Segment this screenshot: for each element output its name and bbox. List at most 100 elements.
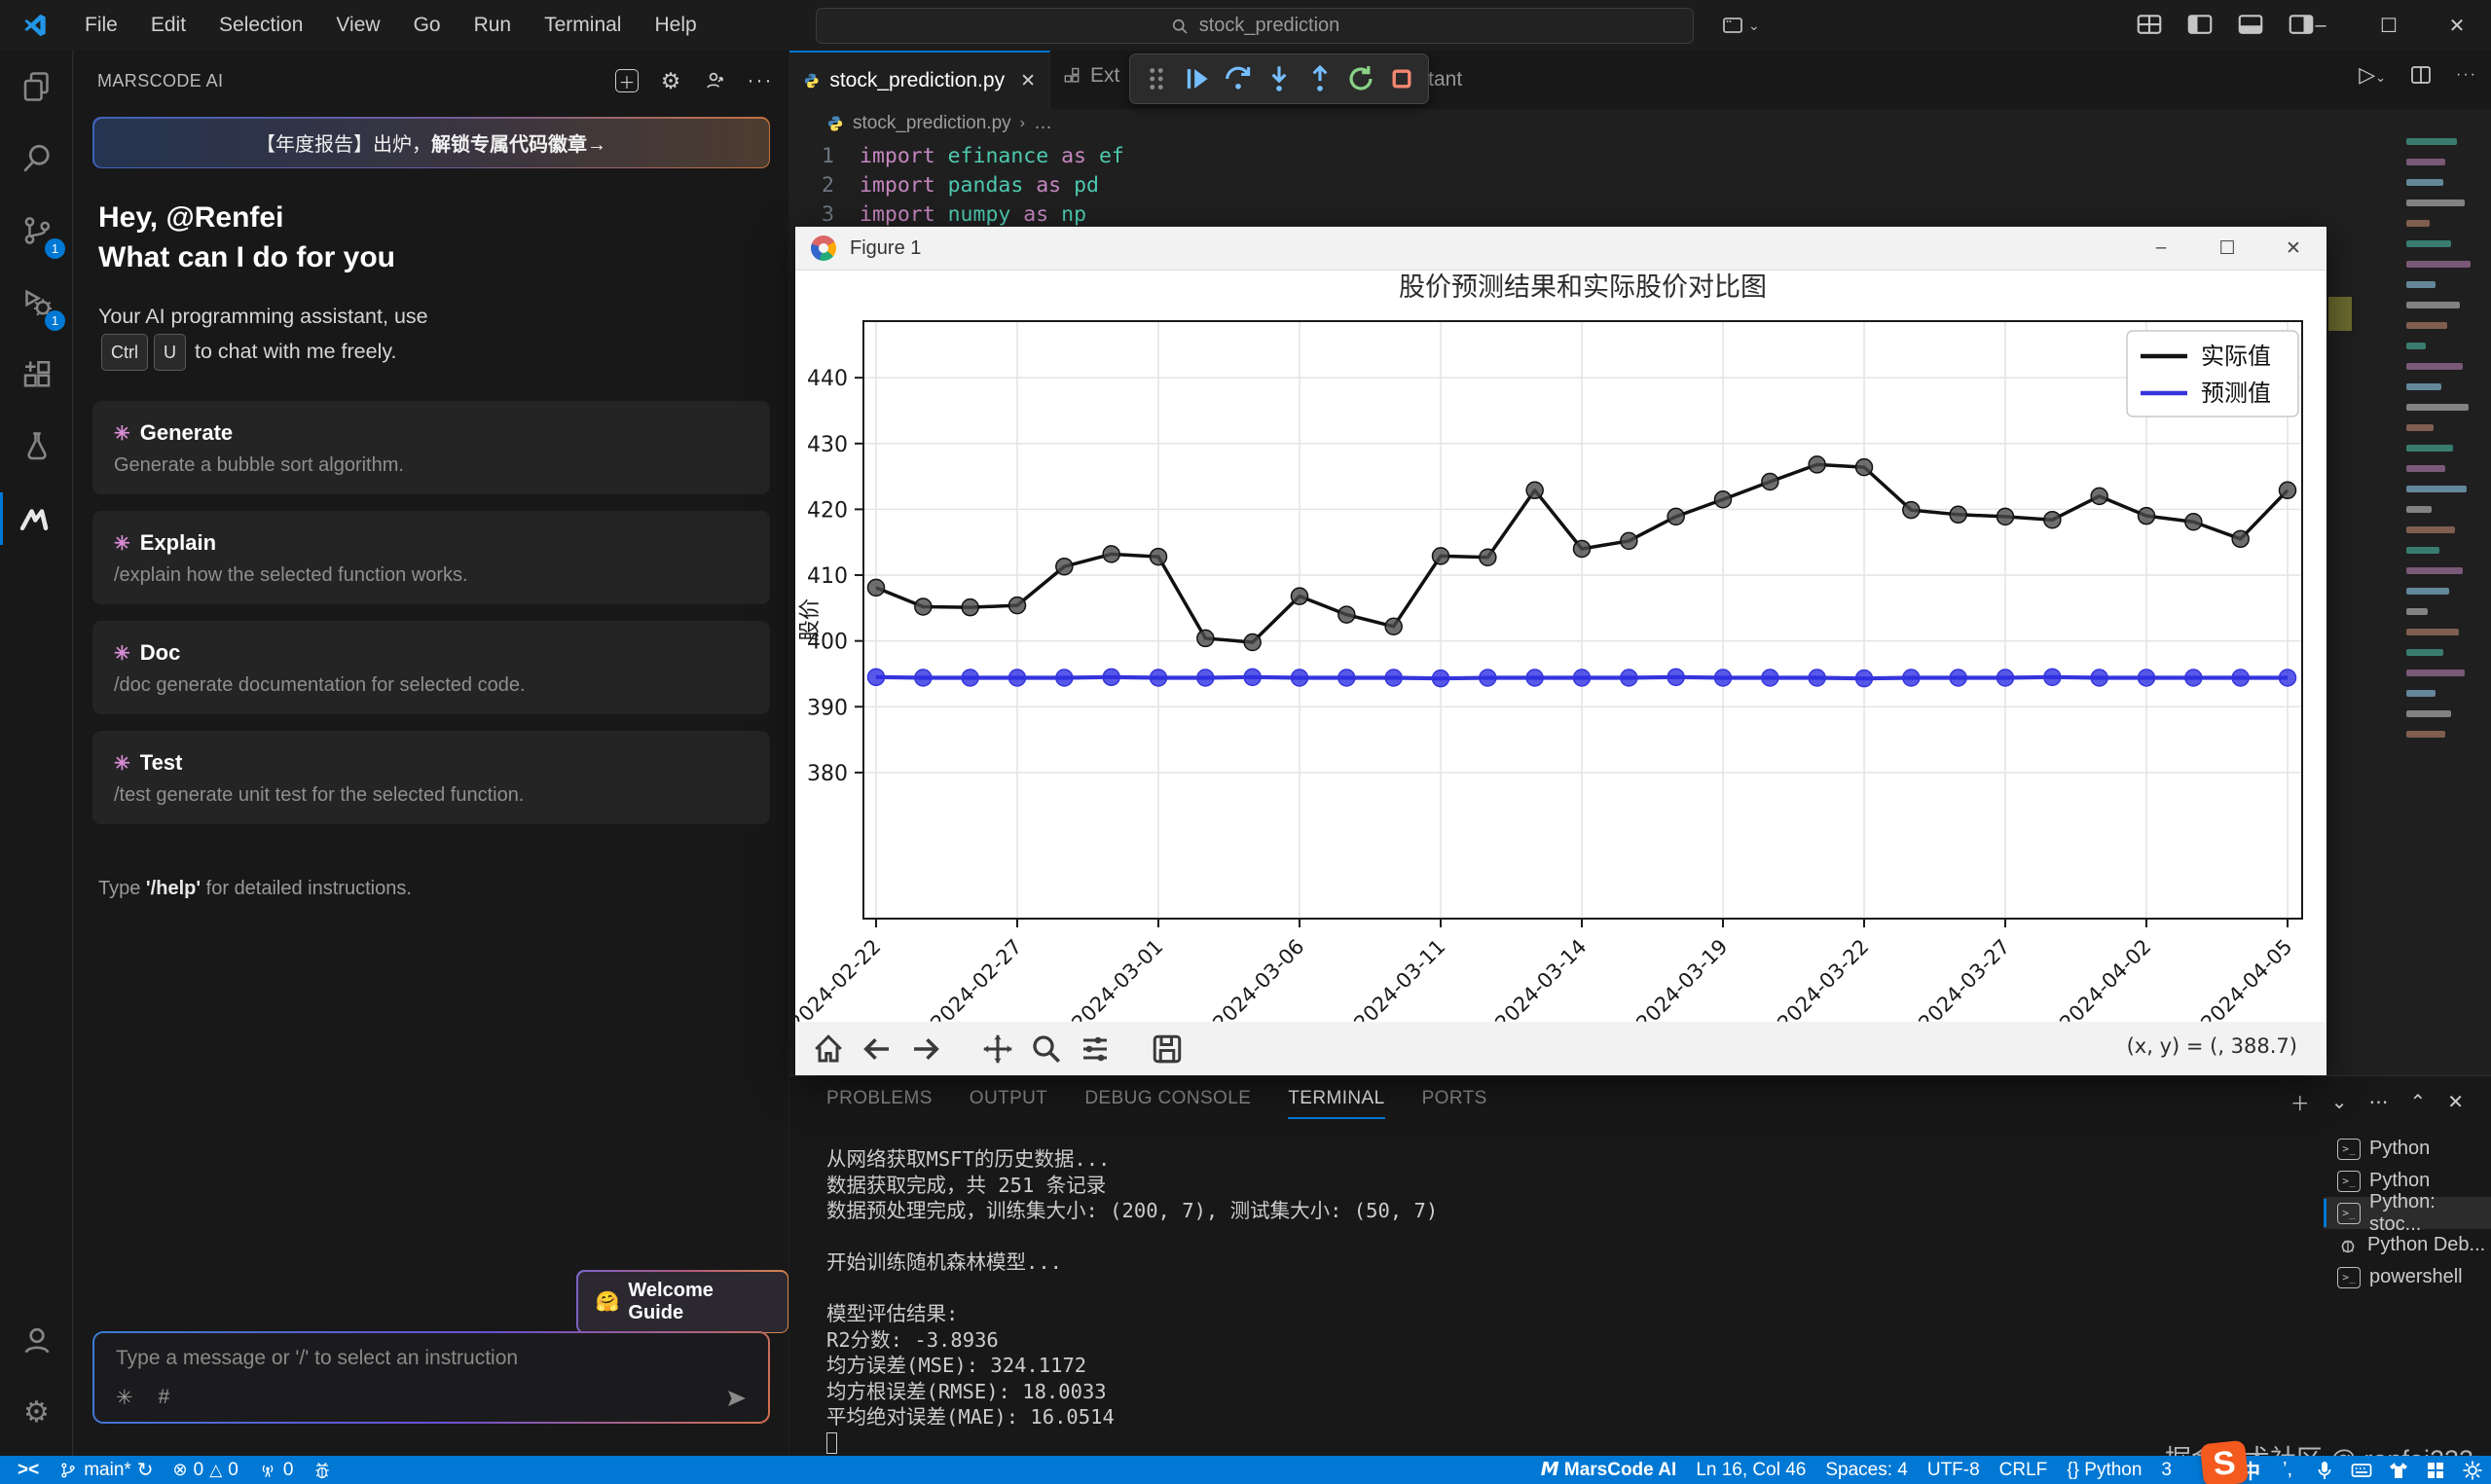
window-minimize-button[interactable]: – — [2287, 0, 2355, 51]
run-python-icon[interactable]: ▷⌄ — [2359, 62, 2386, 88]
encoding[interactable]: UTF-8 — [1918, 1456, 1990, 1484]
git-branch-item[interactable]: main* ↻ — [49, 1456, 163, 1484]
save-icon[interactable] — [1150, 1032, 1185, 1067]
activity-search-icon[interactable] — [0, 123, 73, 195]
card-doc[interactable]: ✳Doc/doc generate documentation for sele… — [92, 621, 770, 714]
indentation[interactable]: Spaces: 4 — [1815, 1456, 1918, 1484]
menu-file[interactable]: File — [68, 8, 134, 43]
context-hash-icon[interactable]: # — [159, 1386, 170, 1410]
activity-explorer-icon[interactable] — [0, 51, 73, 123]
window-close-button[interactable]: ✕ — [2423, 0, 2491, 51]
zoom-rect-icon[interactable] — [1029, 1032, 1064, 1067]
command-center-search[interactable]: stock_prediction — [816, 8, 1694, 44]
terminal-list-item[interactable]: >_powershell — [2324, 1261, 2491, 1293]
activity-extensions-icon[interactable] — [0, 339, 73, 411]
figure-maximize-button[interactable]: ☐ — [2194, 227, 2260, 270]
new-chat-icon[interactable]: ＋ — [615, 69, 639, 92]
drag-grip-icon[interactable] — [1140, 62, 1173, 95]
menu-help[interactable]: Help — [638, 8, 713, 43]
ime-mic-icon[interactable] — [2312, 1458, 2337, 1483]
welcome-guide-button[interactable]: 🤗 Welcome Guide — [576, 1270, 788, 1333]
ime-punct-icon[interactable]: ’, — [2275, 1458, 2300, 1483]
panel-maximize-icon[interactable]: ⌃ — [2409, 1090, 2426, 1114]
menu-run[interactable]: Run — [458, 8, 529, 43]
forward-icon[interactable] — [908, 1032, 943, 1067]
figure-minimize-button[interactable]: – — [2128, 227, 2194, 270]
chat-input[interactable]: Type a message or '/' to select an instr… — [94, 1333, 768, 1422]
panel-tab-terminal[interactable]: TERMINAL — [1288, 1088, 1384, 1119]
figure-close-button[interactable]: ✕ — [2260, 227, 2326, 270]
figure-canvas[interactable]: 股价预测结果和实际股价对比图股价380390400410420430440202… — [795, 271, 2326, 1022]
terminal-list-item[interactable]: Python Deb... — [2324, 1229, 2491, 1261]
problems-item[interactable]: ⊗ 0 △ 0 — [164, 1456, 248, 1484]
debug-step-into-icon[interactable] — [1263, 62, 1296, 95]
figure-title-bar[interactable]: Figure 1 – ☐ ✕ — [795, 227, 2326, 271]
python-version[interactable]: 3 — [2151, 1456, 2181, 1484]
send-icon[interactable] — [725, 1387, 749, 1410]
back-icon[interactable] — [860, 1032, 895, 1067]
panel-tab-output[interactable]: OUTPUT — [970, 1088, 1048, 1119]
window-maximize-button[interactable]: ☐ — [2355, 0, 2423, 51]
panel-close-icon[interactable]: ✕ — [2447, 1090, 2464, 1114]
marscode-status[interactable]: 𝙈 MarsCode AI — [1531, 1456, 1687, 1484]
menu-go[interactable]: Go — [397, 8, 458, 43]
sparkle-icon[interactable]: ✳ — [116, 1386, 133, 1410]
card-generate[interactable]: ✳GenerateGenerate a bubble sort algorith… — [92, 401, 770, 494]
activity-marscode-icon[interactable] — [0, 483, 73, 555]
activity-run-debug-icon[interactable]: 1 — [0, 267, 73, 339]
cursor-position[interactable]: Ln 16, Col 46 — [1686, 1456, 1815, 1484]
terminal-list-item[interactable]: >_Python: stoc... — [2324, 1197, 2491, 1229]
panel-tab-ports[interactable]: PORTS — [1422, 1088, 1487, 1119]
minimap[interactable] — [2402, 138, 2491, 839]
pan-icon[interactable] — [980, 1032, 1015, 1067]
debug-step-out-icon[interactable] — [1303, 62, 1337, 95]
account-switch-icon[interactable] — [703, 68, 728, 93]
panel-more-icon[interactable]: ⋯ — [2368, 1090, 2388, 1114]
account-icon[interactable] — [0, 1304, 73, 1376]
eol[interactable]: CRLF — [1990, 1456, 2058, 1484]
ime-skin-icon[interactable] — [2386, 1458, 2411, 1483]
home-icon[interactable] — [811, 1032, 846, 1067]
tab-extension-partial[interactable]: Ext — [1062, 64, 1119, 88]
terminal-output[interactable]: 从网络获取MSFT的历史数据...数据获取完成，共 251 条记录数据预处理完成… — [826, 1146, 1438, 1456]
broadcast-item[interactable]: 0 — [248, 1456, 304, 1484]
editor-more-icon[interactable]: ··· — [2456, 66, 2477, 84]
debug-continue-icon[interactable] — [1181, 62, 1214, 95]
card-explain[interactable]: ✳Explain/explain how the selected functi… — [92, 511, 770, 604]
sync-icon[interactable]: ↻ — [137, 1458, 154, 1482]
customize-layout-icon[interactable] — [2135, 10, 2164, 39]
panel-tab-problems[interactable]: PROBLEMS — [826, 1088, 933, 1119]
remote-indicator[interactable]: >< — [0, 1456, 49, 1484]
menu-view[interactable]: View — [319, 8, 396, 43]
ime-toolbox-icon[interactable] — [2423, 1458, 2448, 1483]
ime-settings-icon[interactable] — [2460, 1458, 2485, 1483]
debug-stop-icon[interactable] — [1385, 62, 1418, 95]
terminal-dropdown-icon[interactable]: ⌄ — [2331, 1090, 2348, 1114]
terminal-list-item[interactable]: >_Python — [2324, 1133, 2491, 1165]
debug-step-over-icon[interactable] — [1222, 62, 1255, 95]
code-editor[interactable]: 1import efinance as ef2import pandas as … — [789, 142, 1124, 230]
split-editor-icon[interactable] — [2409, 63, 2433, 87]
toggle-panel-icon[interactable] — [2236, 10, 2265, 39]
subplots-config-icon[interactable] — [1078, 1032, 1113, 1067]
menu-selection[interactable]: Selection — [202, 8, 319, 43]
settings-icon[interactable]: ⚙ — [658, 68, 683, 93]
more-actions-icon[interactable]: ··· — [748, 68, 773, 93]
new-terminal-icon[interactable]: ＋ — [2290, 1088, 2310, 1116]
settings-gear-icon[interactable]: ⚙ — [0, 1376, 73, 1448]
tab-close-icon[interactable]: ✕ — [1020, 70, 1036, 92]
menu-terminal[interactable]: Terminal — [528, 8, 638, 43]
profile-icon[interactable]: ⌄ — [1721, 14, 1760, 37]
ime-keyboard-icon[interactable] — [2349, 1458, 2374, 1483]
debug-restart-icon[interactable] — [1344, 62, 1377, 95]
language-mode[interactable]: {} Python — [2057, 1456, 2151, 1484]
toggle-sidebar-icon[interactable] — [2185, 10, 2215, 39]
menu-edit[interactable]: Edit — [134, 8, 202, 43]
sogou-ime-logo[interactable]: S — [2200, 1440, 2249, 1484]
activity-testing-icon[interactable] — [0, 411, 73, 483]
panel-tab-debug-console[interactable]: DEBUG CONSOLE — [1084, 1088, 1251, 1119]
annual-report-banner[interactable]: 【年度报告】出炉， 解锁专属代码徽章→ — [92, 117, 770, 168]
tab-stock-prediction[interactable]: stock_prediction.py ✕ — [789, 51, 1050, 109]
activity-source-control-icon[interactable]: 1 — [0, 195, 73, 267]
breadcrumb[interactable]: stock_prediction.py › … — [826, 113, 1052, 134]
